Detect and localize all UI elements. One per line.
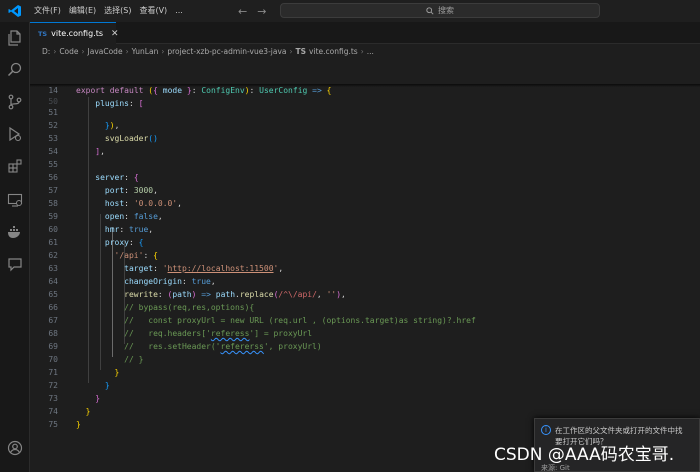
code-line: 55 server: {	[48, 160, 139, 182]
search-icon	[426, 6, 434, 15]
typescript-file-icon: TS	[38, 29, 48, 38]
code-line: 52 svgLoader()	[48, 121, 158, 143]
breadcrumb-item[interactable]: D:	[42, 47, 50, 56]
code-line: 72 }	[48, 381, 101, 403]
chevron-right-icon: ›	[81, 46, 85, 56]
code-line: 73 }	[48, 394, 91, 416]
search-sidebar-icon[interactable]	[5, 60, 25, 80]
code-line: 13 export default ({ mode }: ConfigEnv):…	[30, 58, 700, 95]
chevron-right-icon: ›	[360, 46, 364, 56]
editor-tabs: TS vite.config.ts ✕	[30, 22, 700, 44]
command-center-search[interactable]: 搜索	[280, 3, 600, 18]
explorer-icon[interactable]	[5, 28, 25, 48]
menu-view[interactable]: 查看(V)	[135, 0, 171, 22]
breadcrumb-item[interactable]: JavaCode	[88, 47, 123, 56]
watermark: CSDN @AAA码农宝哥.	[494, 445, 675, 465]
code-line: 54	[48, 147, 58, 156]
breadcrumb-file[interactable]: vite.config.ts	[309, 47, 358, 56]
run-debug-icon[interactable]	[5, 124, 25, 144]
back-arrow-icon[interactable]: ←	[238, 5, 247, 18]
code-line: 74 }	[48, 407, 81, 429]
code-line: 57 host: '0.0.0.0',	[48, 186, 182, 208]
code-line: 53 ],	[48, 134, 105, 156]
code-line: 64 rewrite: (path) => path.replace(/^\/a…	[48, 277, 346, 299]
code-line: 56 port: 3000,	[48, 173, 158, 195]
menu-more[interactable]: ...	[171, 0, 187, 22]
chat-icon[interactable]	[5, 254, 25, 274]
code-line: 75	[48, 420, 58, 429]
source-control-icon[interactable]	[5, 92, 25, 112]
code-line: 67 // req.headers['referess'] = proxyUrl	[48, 316, 313, 338]
breadcrumb-item[interactable]: Code	[59, 47, 78, 56]
code-line: 70 }	[48, 355, 120, 377]
menu-edit[interactable]: 编辑(E)	[65, 0, 100, 22]
forward-arrow-icon[interactable]: →	[257, 5, 266, 18]
code-line: 66 // const proxyUrl = new URL (req.url …	[48, 303, 476, 325]
docker-icon[interactable]	[5, 222, 25, 242]
code-line: 61 '/api': {	[48, 238, 158, 260]
code-editor[interactable]: 13 export default ({ mode }: ConfigEnv):…	[30, 58, 700, 472]
breadcrumb-item[interactable]: project-xzb-pc-admin-vue3-java	[167, 47, 286, 56]
code-line: 69 // }	[48, 342, 144, 364]
chevron-right-icon: ›	[125, 46, 129, 56]
notification-message: 在工作区的父文件夹或打开的文件中找	[555, 426, 683, 435]
account-icon[interactable]	[5, 438, 25, 458]
nav-arrows: ← →	[238, 0, 266, 22]
title-bar: 文件(F) 编辑(E) 选择(S) 查看(V) ... ← → 搜索	[0, 0, 700, 22]
breadcrumb-item[interactable]: YunLan	[132, 47, 159, 56]
menu-bar: 文件(F) 编辑(E) 选择(S) 查看(V) ...	[30, 0, 187, 22]
code-line: 51 }),	[48, 108, 120, 130]
search-label: 搜索	[438, 6, 454, 15]
close-icon[interactable]: ✕	[111, 29, 119, 39]
code-line: 63 changeOrigin: true,	[48, 264, 216, 286]
extensions-icon[interactable]	[5, 156, 25, 176]
tab-label: vite.config.ts	[51, 29, 104, 38]
vscode-logo-icon	[0, 0, 30, 22]
tab-vite-config[interactable]: TS vite.config.ts ✕	[30, 22, 119, 44]
chevron-right-icon: ›	[289, 46, 293, 56]
info-icon: i	[541, 425, 551, 435]
code-line: 58 open: false,	[48, 199, 163, 221]
code-line: 65 // bypass(req,res,options){	[48, 290, 255, 312]
activity-bar	[0, 22, 30, 472]
code-line: 62 target: 'http://localhost:11500',	[48, 251, 284, 273]
breadcrumb: D: › Code › JavaCode › YunLan › project-…	[30, 44, 700, 58]
menu-selection[interactable]: 选择(S)	[100, 0, 135, 22]
chevron-right-icon: ›	[53, 46, 57, 56]
chevron-right-icon: ›	[161, 46, 165, 56]
typescript-file-icon: TS	[295, 46, 307, 56]
code-line: 68 // res.setHeader('refererss', proxyUr…	[48, 329, 322, 351]
menu-file[interactable]: 文件(F)	[30, 0, 65, 22]
code-line: 60 proxy: {	[48, 225, 144, 247]
breadcrumb-item[interactable]: ...	[367, 47, 374, 56]
code-line: 71 }	[48, 368, 110, 390]
remote-explorer-icon[interactable]	[5, 190, 25, 210]
code-line: 59 hmr: true,	[48, 212, 154, 234]
